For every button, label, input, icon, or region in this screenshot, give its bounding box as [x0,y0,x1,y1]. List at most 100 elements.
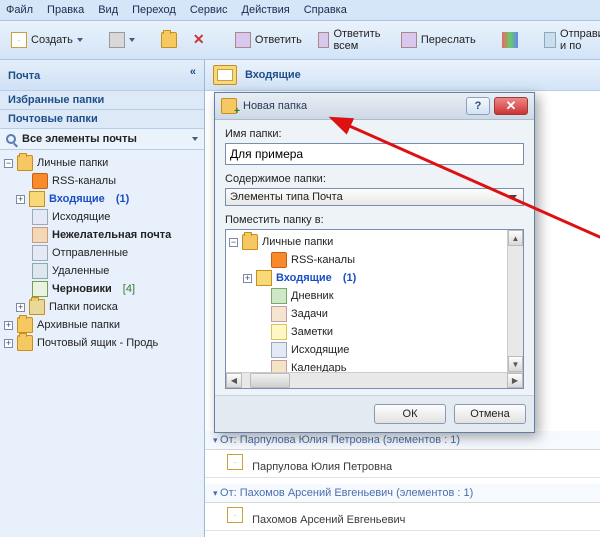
sidebar-item-archive[interactable]: + Архивные папки [2,316,202,334]
sidebar-item-drafts[interactable]: Черновики [4] [2,280,202,298]
name-label: Имя папки: [225,128,524,140]
content-type-value: Элементы типа Почта [230,191,343,203]
chevron-down-icon [129,38,135,42]
search-icon [6,134,16,144]
tree-item-journal[interactable]: Дневник [229,287,520,305]
send-receive-label: Отправить и по [560,28,600,52]
junk-icon [32,227,48,243]
expand-icon[interactable]: + [4,321,13,330]
tree-root[interactable]: −Личные папки [229,233,520,251]
tree-label: Задачи [291,308,328,320]
scroll-right-button[interactable]: ▶ [507,373,523,388]
reply-all-button[interactable]: Ответить всем [313,25,390,55]
print-icon [109,32,125,48]
tree-label: Отправленные [52,247,128,259]
sidebar-item-search[interactable]: +Папки поиска [2,298,202,316]
scroll-up-button[interactable]: ▲ [508,230,523,246]
expand-icon[interactable]: + [4,339,13,348]
dialog-body: Имя папки: Содержимое папки: Элементы ти… [215,120,534,395]
menu-view[interactable]: Вид [98,4,118,16]
sidebar-item-inbox[interactable]: +Входящие (1) [2,190,202,208]
tree-label: Архивные папки [37,319,120,331]
content-title: Входящие [245,69,301,81]
sidebar-item-deleted[interactable]: Удаленные [2,262,202,280]
sidebar-item-junk[interactable]: Нежелательная почта [2,226,202,244]
inbox-icon [213,65,237,85]
tree-item-rss[interactable]: RSS-каналы [229,251,520,269]
sidebar-item-rss[interactable]: RSS-каналы [2,172,202,190]
draft-icon [32,281,48,297]
send-receive-button[interactable]: Отправить и по [539,25,600,55]
inbox-icon [256,270,272,286]
menu-actions[interactable]: Действия [242,4,290,16]
menu-file[interactable]: Файл [6,4,33,16]
place-label: Поместить папку в: [225,214,524,226]
menu-bar: Файл Правка Вид Переход Сервис Действия … [0,0,600,21]
ok-button[interactable]: ОК [374,404,446,424]
sidebar-item-mailbox[interactable]: +Почтовый ящик - Продь [2,334,202,352]
new-folder-dialog: Новая папка ? ✕ Имя папки: Содержимое па… [214,92,535,433]
tree-item-notes[interactable]: Заметки [229,323,520,341]
create-button[interactable]: Создать [6,29,88,51]
scrollbar-vertical[interactable]: ▲ ▼ [507,230,523,372]
message-row[interactable]: Парпулова Юлия Петровна [205,450,600,478]
dialog-buttons: ОК Отмена [215,395,534,432]
group-label: От: Парпулова Юлия Петровна (элементов :… [220,434,460,446]
content-type-select[interactable]: Элементы типа Почта [225,188,524,206]
scroll-thumb[interactable] [250,373,290,388]
folder-icon [17,335,33,351]
collapse-icon[interactable]: − [4,159,13,168]
dialog-titlebar[interactable]: Новая папка ? ✕ [215,93,534,120]
expand-icon[interactable]: + [243,274,252,283]
sidebar-header: Почта « [0,60,204,91]
tree-item-tasks[interactable]: Задачи [229,305,520,323]
tree-count: (1) [343,272,356,284]
message-group-header[interactable]: ▾ От: Парпулова Юлия Петровна (элементов… [205,431,600,450]
forward-label: Переслать [421,34,476,46]
all-items-label: Все элементы почты [22,133,137,145]
all-items-row[interactable]: Все элементы почты [0,129,204,150]
print-button[interactable] [104,29,140,51]
tree-count: [4] [123,283,135,295]
menu-tools[interactable]: Сервис [190,4,228,16]
reply-icon [235,32,251,48]
sidebar-title: Почта [8,70,40,82]
message-group-header[interactable]: ▾ От: Пахомов Арсений Евгеньевич (элемен… [205,484,600,503]
tree-label: Удаленные [52,265,109,277]
close-button[interactable]: ✕ [494,97,528,115]
help-button[interactable]: ? [466,97,490,115]
message-row[interactable]: Пахомов Арсений Евгеньевич [205,503,600,531]
rss-icon [32,173,48,189]
expand-icon[interactable]: + [16,303,25,312]
mail-icon [227,454,243,470]
scroll-down-button[interactable]: ▼ [508,356,523,372]
move-button[interactable] [156,29,182,51]
reply-label: Ответить [255,34,302,46]
tree-root[interactable]: −Личные папки [2,154,202,172]
cancel-button[interactable]: Отмена [454,404,526,424]
mail-icon [227,507,243,523]
menu-edit[interactable]: Правка [47,4,84,16]
tree-label: Дневник [291,290,334,302]
sidebar-item-sent[interactable]: Отправленные [2,244,202,262]
sender-name: Парпулова Юлия Петровна [252,461,392,473]
folder-name-input[interactable] [225,143,524,165]
scrollbar-horizontal[interactable]: ◀ ▶ [226,372,523,388]
forward-button[interactable]: Переслать [396,29,481,51]
favorites-header[interactable]: Избранные папки [0,91,204,110]
collapse-icon[interactable]: − [229,238,238,247]
scroll-left-button[interactable]: ◀ [226,373,242,388]
tree-item-outbox[interactable]: Исходящие [229,341,520,359]
tree-item-inbox[interactable]: +Входящие (1) [229,269,520,287]
categorize-button[interactable] [497,29,523,51]
tree-label: RSS-каналы [52,175,116,187]
sidebar-item-outbox[interactable]: Исходящие [2,208,202,226]
menu-goto[interactable]: Переход [132,4,176,16]
reply-button[interactable]: Ответить [230,29,307,51]
expand-icon[interactable]: + [16,195,25,204]
delete-button[interactable]: ✕ [188,29,214,51]
tree-label: RSS-каналы [291,254,355,266]
menu-help[interactable]: Справка [304,4,347,16]
sidebar: Почта « Избранные папки Почтовые папки В… [0,60,205,537]
mailfolders-header[interactable]: Почтовые папки [0,110,204,129]
